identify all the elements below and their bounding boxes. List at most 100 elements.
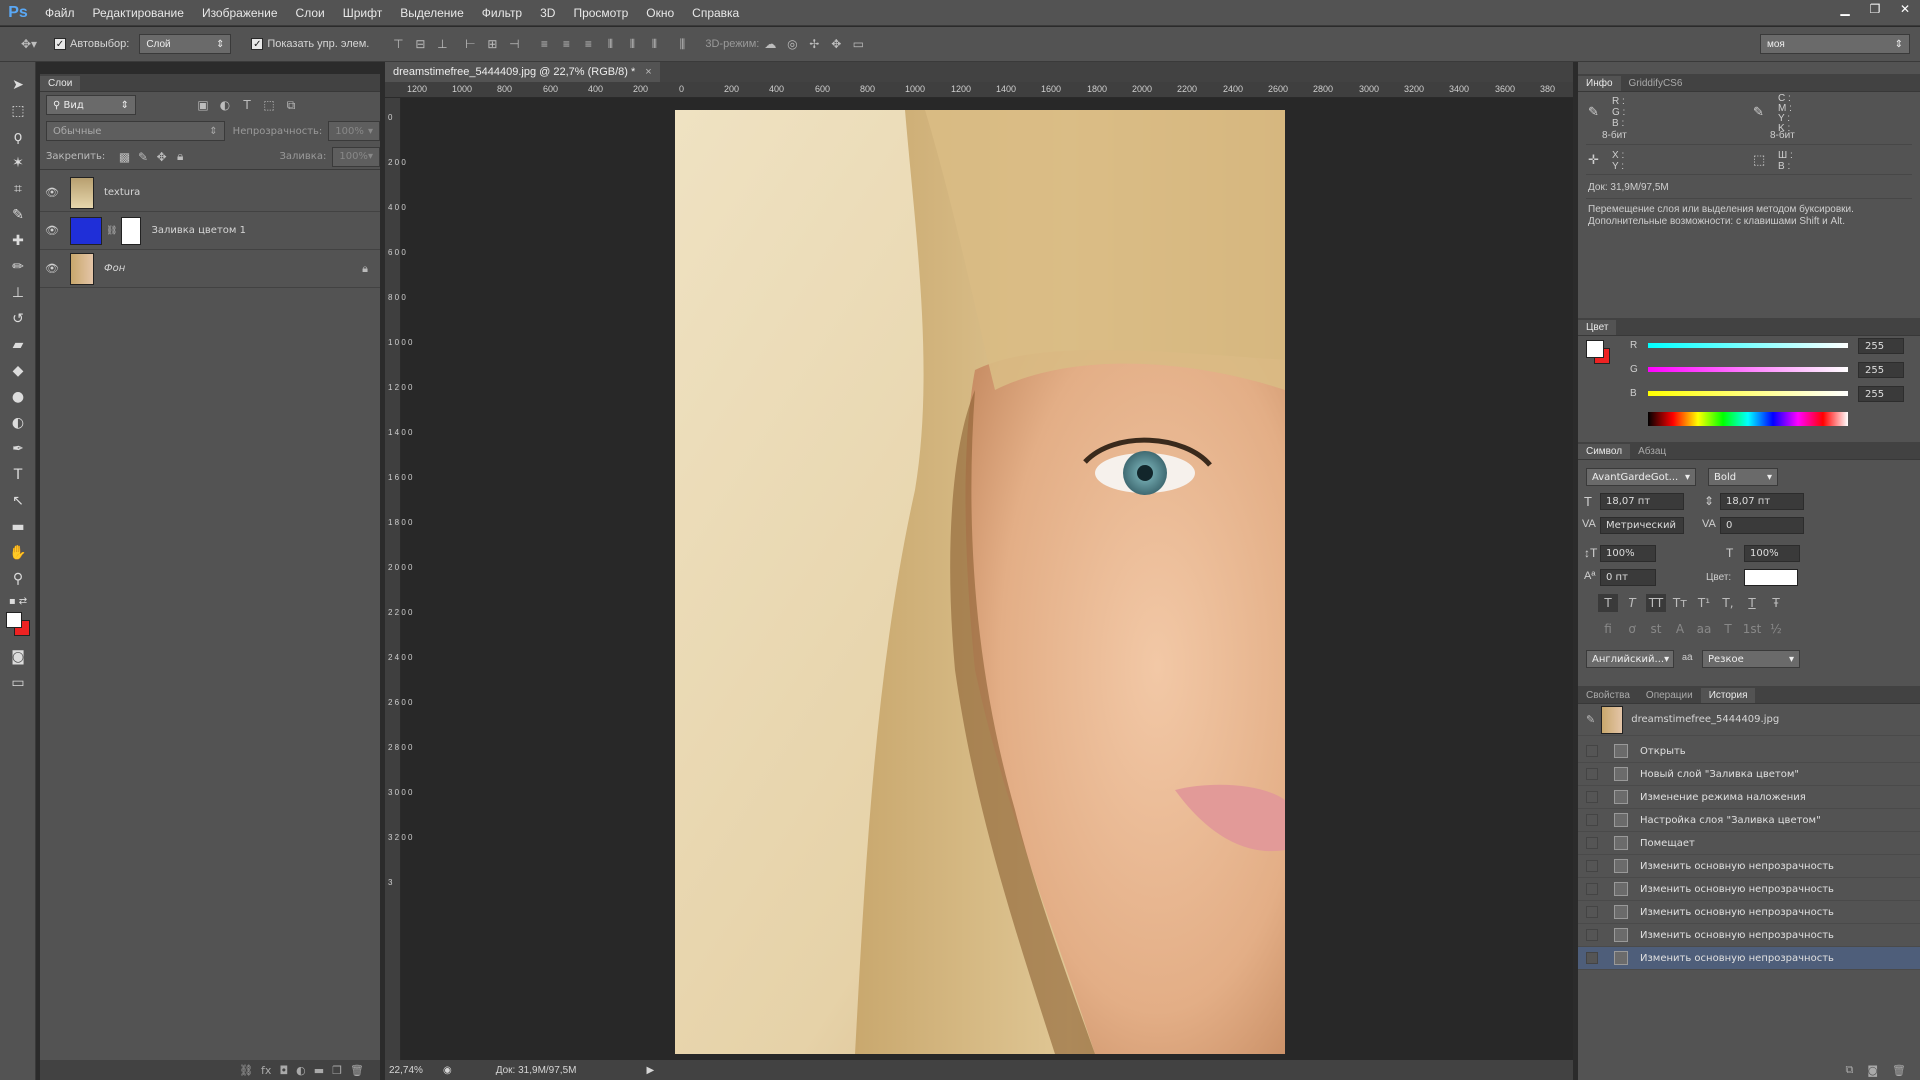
move-tool-icon[interactable]: ➤	[0, 72, 36, 98]
g-value[interactable]: 255	[1858, 362, 1904, 378]
tab-history[interactable]: История	[1700, 688, 1756, 703]
autoselect-dropdown[interactable]: Слой ⇕	[139, 34, 232, 54]
lock-position-icon[interactable]: ✥	[152, 146, 171, 168]
leading-field[interactable]: 18,07 пт	[1720, 493, 1804, 510]
ordinals-button[interactable]: 1st	[1742, 620, 1762, 638]
layer-name[interactable]: Заливка цветом 1	[151, 225, 246, 236]
pen-tool-icon[interactable]: ✒	[0, 436, 36, 462]
eye-icon[interactable]: 👁︎	[40, 224, 64, 237]
move-tool-preset-icon[interactable]: ✥▾	[18, 33, 40, 55]
history-step-checkbox[interactable]	[1586, 883, 1598, 895]
autoselect-toggle[interactable]: ✓ Автовыбор:	[54, 38, 129, 50]
superscript-button[interactable]: T¹	[1694, 594, 1714, 612]
trash-icon[interactable]: 🗑︎	[350, 1064, 364, 1077]
roll-3d-icon[interactable]: ◎	[781, 33, 803, 55]
workspace-dropdown[interactable]: моя ⇕	[1760, 34, 1910, 54]
all-caps-button[interactable]: TT	[1646, 594, 1666, 612]
discretionary-ligatures-button[interactable]: st	[1646, 620, 1666, 638]
distribute-top-icon[interactable]: ≡	[533, 33, 555, 55]
foreground-color-swatch[interactable]	[6, 612, 22, 628]
lasso-tool-icon[interactable]: ϙ	[0, 124, 36, 150]
ligatures-button[interactable]: ﬁ	[1598, 620, 1618, 638]
screen-mode-icon[interactable]: ▭	[0, 670, 36, 696]
strikethrough-button[interactable]: Ŧ	[1766, 594, 1786, 612]
layer-name[interactable]: textura	[104, 187, 140, 198]
history-step-checkbox[interactable]	[1586, 906, 1598, 918]
color-swatches[interactable]	[0, 610, 35, 644]
vertical-scale-field[interactable]: 100%	[1600, 545, 1656, 562]
history-step[interactable]: Изменить основную непрозрачность	[1578, 878, 1920, 901]
eyedropper-tool-icon[interactable]: ✎	[0, 202, 36, 228]
menu-3d[interactable]: 3D	[531, 0, 564, 26]
layer-row-background[interactable]: 👁︎ Фон 🔒︎	[40, 250, 380, 288]
lock-icon[interactable]: 🔒︎	[362, 262, 368, 276]
clone-stamp-tool-icon[interactable]: ⊥	[0, 280, 36, 306]
paint-bucket-tool-icon[interactable]: ◆	[0, 358, 36, 384]
menu-type[interactable]: Шрифт	[334, 0, 391, 26]
align-hcenter-icon[interactable]: ⊞	[481, 33, 503, 55]
canvas-image[interactable]	[675, 110, 1285, 1054]
history-step[interactable]: Изменить основную непрозрачность	[1578, 855, 1920, 878]
distribute-hcenter-icon[interactable]: ⫴	[621, 33, 643, 55]
history-snapshot[interactable]: ✎ dreamstimefree_5444409.jpg	[1578, 704, 1920, 736]
history-step-checkbox[interactable]	[1586, 837, 1598, 849]
stylistic-alternates-button[interactable]: aa	[1694, 620, 1714, 638]
trash-icon[interactable]: 🗑︎	[1892, 1064, 1906, 1077]
close-icon[interactable]: ×	[645, 66, 651, 78]
path-selection-tool-icon[interactable]: ↖	[0, 488, 36, 514]
align-right-icon[interactable]: ⊣	[503, 33, 525, 55]
shape-tool-icon[interactable]: ▬	[0, 514, 36, 540]
history-step-checkbox[interactable]	[1586, 791, 1598, 803]
orbit-3d-icon[interactable]: ☁	[759, 33, 781, 55]
filter-shape-icon[interactable]: ⬚	[258, 94, 280, 116]
tab-character[interactable]: Символ	[1578, 444, 1631, 459]
align-bottom-icon[interactable]: ⊥	[431, 33, 453, 55]
filter-smart-object-icon[interactable]: ⧉	[280, 94, 302, 116]
r-slider[interactable]	[1648, 343, 1848, 348]
history-step-checkbox[interactable]	[1586, 745, 1598, 757]
document-tab[interactable]: dreamstimefree_5444409.jpg @ 22,7% (RGB/…	[385, 62, 660, 82]
language-dropdown[interactable]: Английский... ▾	[1586, 650, 1674, 668]
slide-3d-icon[interactable]: ✥	[825, 33, 847, 55]
new-group-icon[interactable]: ▬	[314, 1064, 324, 1077]
filter-adjustment-icon[interactable]: ◐	[214, 94, 236, 116]
lock-all-icon[interactable]: 🔒︎	[171, 146, 190, 168]
tab-griddify[interactable]: GriddifyCS6	[1621, 76, 1691, 91]
tab-properties[interactable]: Свойства	[1578, 688, 1638, 703]
filter-pixel-icon[interactable]: ▣	[192, 94, 214, 116]
foreground-color-swatch[interactable]	[1586, 340, 1604, 358]
menu-view[interactable]: Просмотр	[564, 0, 637, 26]
camera-3d-icon[interactable]: ▭	[847, 33, 869, 55]
text-color-swatch[interactable]	[1744, 569, 1798, 586]
history-brush-tool-icon[interactable]: ↺	[0, 306, 36, 332]
distribute-right-icon[interactable]: ⫴	[643, 33, 665, 55]
align-left-icon[interactable]: ⊢	[459, 33, 481, 55]
menu-filter[interactable]: Фильтр	[473, 0, 531, 26]
menu-image[interactable]: Изображение	[193, 0, 287, 26]
history-step[interactable]: Помещает	[1578, 832, 1920, 855]
menu-file[interactable]: Файл	[36, 0, 84, 26]
swap-colors-icon[interactable]: ▪ ⇄	[0, 592, 36, 610]
history-step[interactable]: Настройка слоя "Заливка цветом"	[1578, 809, 1920, 832]
underline-button[interactable]: T	[1742, 594, 1762, 612]
g-slider[interactable]	[1648, 367, 1848, 372]
menu-window[interactable]: Окно	[637, 0, 683, 26]
history-step-current[interactable]: Изменить основную непрозрачность	[1578, 947, 1920, 970]
tab-paragraph[interactable]: Абзац	[1630, 444, 1674, 459]
pan-3d-icon[interactable]: ✢	[803, 33, 825, 55]
new-layer-icon[interactable]: ❐	[332, 1064, 342, 1077]
layer-row-textura[interactable]: 👁︎ textura	[40, 174, 380, 212]
antialias-dropdown[interactable]: Резкое ▾	[1702, 650, 1800, 668]
tracking-field[interactable]: 0	[1720, 517, 1804, 534]
minimize-icon[interactable]: ▁	[1830, 0, 1860, 18]
eye-icon[interactable]: 👁︎	[40, 262, 64, 275]
history-step[interactable]: Открыть	[1578, 740, 1920, 763]
history-step-checkbox[interactable]	[1586, 860, 1598, 872]
healing-brush-tool-icon[interactable]: ✚	[0, 228, 36, 254]
magic-wand-tool-icon[interactable]: ✶	[0, 150, 36, 176]
tab-color[interactable]: Цвет	[1578, 320, 1617, 335]
font-family-dropdown[interactable]: AvantGardeGot... ▾	[1586, 468, 1696, 486]
link-icon[interactable]: ⛓	[106, 226, 117, 236]
fx-icon[interactable]: fx	[261, 1064, 271, 1077]
horizontal-scale-field[interactable]: 100%	[1744, 545, 1800, 562]
